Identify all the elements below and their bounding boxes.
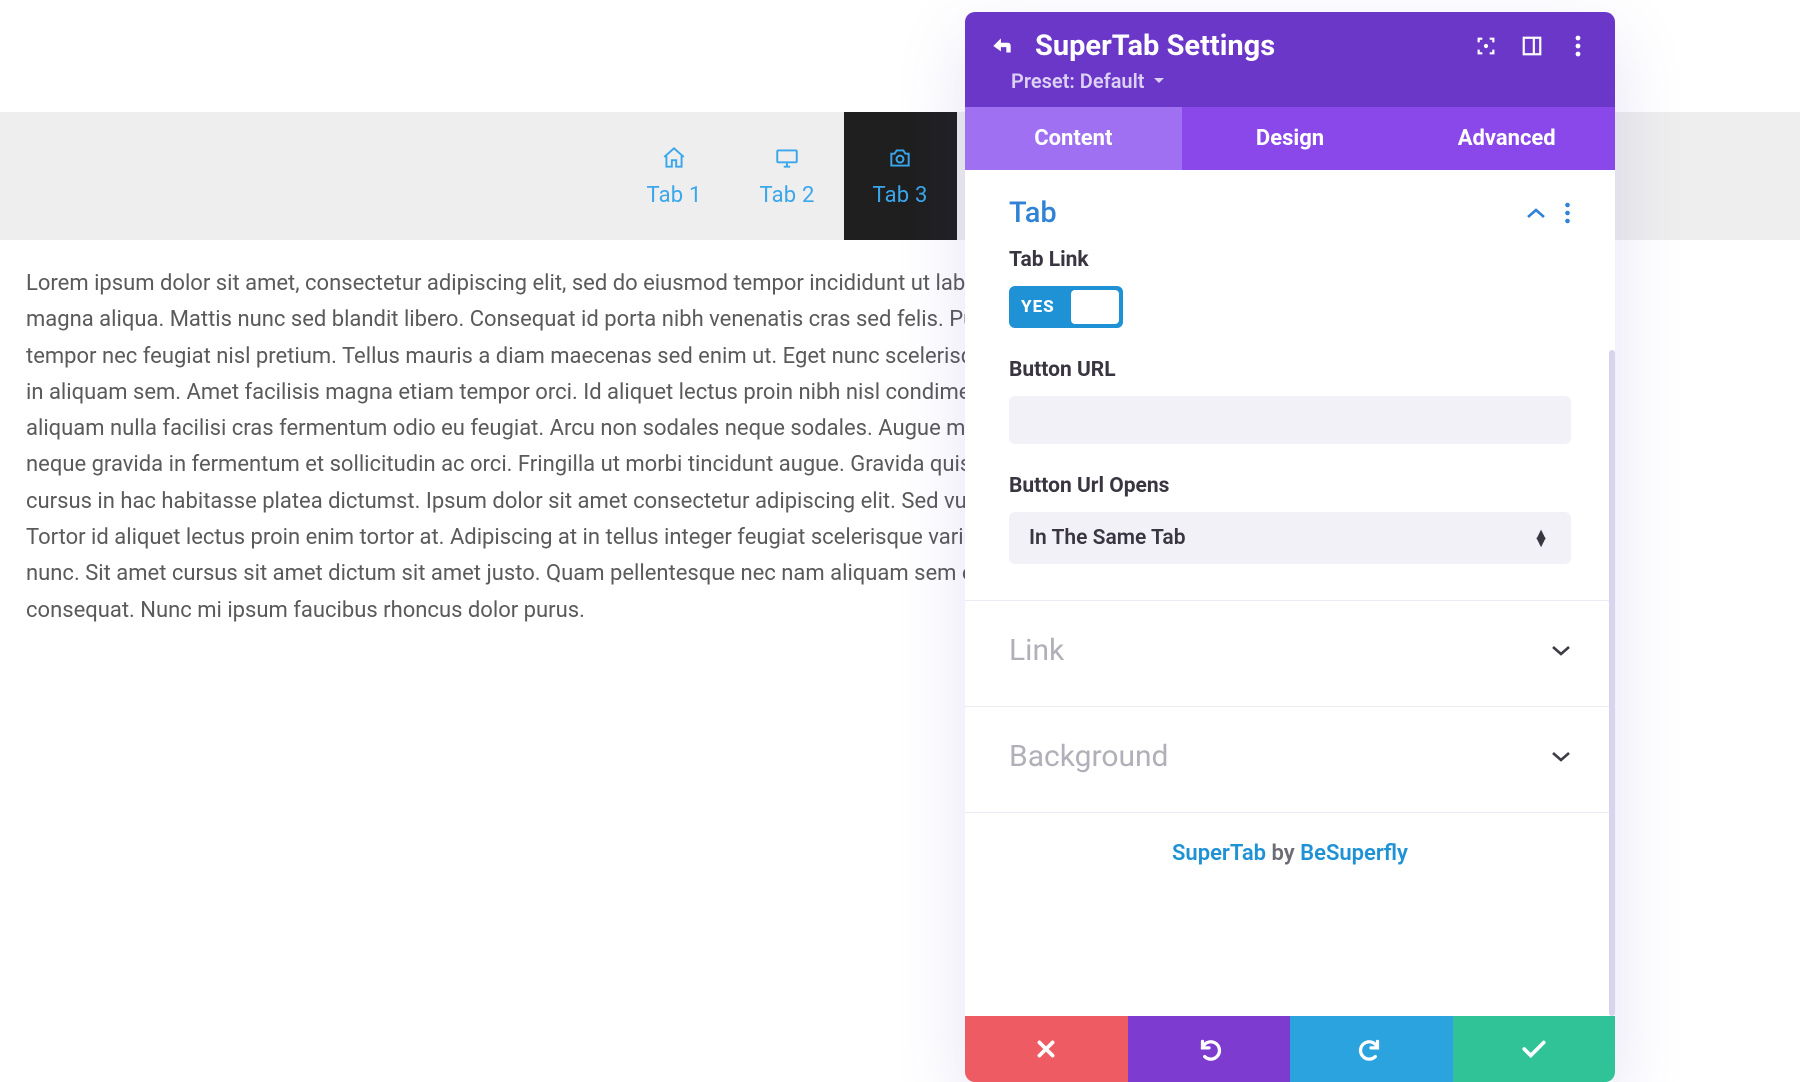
chevron-down-icon [1153,76,1165,86]
panel-footer [965,1016,1615,1082]
select-sort-icon: ▲▼ [1533,530,1549,546]
toggle-knob [1071,290,1119,324]
panel-tab-advanced[interactable]: Advanced [1398,107,1615,170]
camera-icon [886,145,914,171]
section-background[interactable]: Background [965,707,1615,806]
preview-tab-label: Tab 2 [759,183,814,208]
preview-tab-label: Tab 1 [646,183,701,208]
field-label: Button URL [1009,358,1571,382]
cancel-button[interactable] [965,1016,1128,1082]
chevron-down-icon [1551,750,1571,764]
section-link-title: Link [1009,633,1064,668]
chevron-down-icon [1551,644,1571,658]
close-icon [1035,1038,1057,1060]
layout-icon[interactable] [1519,33,1545,59]
field-label: Tab Link [1009,248,1571,272]
panel-body: Tab Tab Link YES Button URL Button Url O… [965,170,1615,1016]
section-tab[interactable]: Tab [965,170,1615,248]
panel-tab-content[interactable]: Content [965,107,1182,170]
settings-panel: SuperTab Settings Preset: Default Conten… [965,12,1615,1082]
panel-tab-design[interactable]: Design [1182,107,1399,170]
field-label: Button Url Opens [1009,474,1571,498]
credit-product-link[interactable]: SuperTab [1172,841,1266,866]
credit-by: by [1266,841,1300,866]
desktop-icon [774,145,800,171]
preview-tab-2[interactable]: Tab 2 [731,112,844,240]
field-opens: Button Url Opens In The Same Tab ▲▼ [965,474,1615,594]
undo-button[interactable] [1128,1016,1291,1082]
tab-link-toggle[interactable]: YES [1009,286,1123,328]
panel-title: SuperTab Settings [1035,29,1453,63]
panel-header: SuperTab Settings Preset: Default Conten… [965,12,1615,170]
toggle-yes-label: YES [1009,297,1067,317]
panel-tabs: Content Design Advanced [965,107,1615,170]
preview-tab-label: Tab 3 [872,183,927,208]
chevron-up-icon [1526,206,1546,220]
preset-selector[interactable]: Preset: Default [965,69,1615,107]
credit-line: SuperTab by BeSuperfly [965,813,1615,906]
field-tab-link: Tab Link YES [965,248,1615,358]
section-link[interactable]: Link [965,601,1615,700]
kebab-icon[interactable] [1565,33,1591,59]
home-icon [661,145,687,171]
section-tab-title: Tab [1009,196,1057,230]
redo-icon [1358,1037,1384,1061]
preview-tab-1[interactable]: Tab 1 [618,112,731,240]
check-icon [1521,1039,1547,1059]
undo-icon [1196,1037,1222,1061]
section-background-title: Background [1009,739,1168,774]
kebab-icon[interactable] [1564,202,1571,224]
back-icon[interactable] [989,33,1015,59]
focus-icon[interactable] [1473,33,1499,59]
preview-tab-3[interactable]: Tab 3 [844,112,957,240]
button-url-input[interactable] [1009,396,1571,444]
field-button-url: Button URL [965,358,1615,474]
credit-author-link[interactable]: BeSuperfly [1300,841,1408,866]
save-button[interactable] [1453,1016,1616,1082]
opens-select-value: In The Same Tab [1029,526,1186,550]
opens-select[interactable]: In The Same Tab [1009,512,1571,564]
redo-button[interactable] [1290,1016,1453,1082]
preset-label: Preset: Default [1011,69,1145,93]
